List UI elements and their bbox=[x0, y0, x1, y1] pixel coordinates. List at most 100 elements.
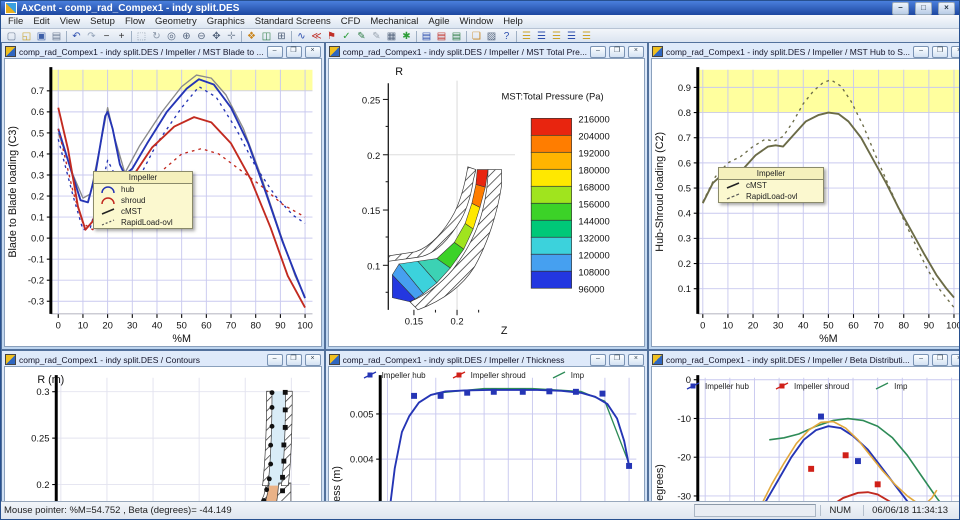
open-folder-icon[interactable]: ◱ bbox=[19, 30, 34, 43]
child-restore-button[interactable]: ❐ bbox=[932, 354, 948, 366]
maximize-button[interactable]: □ bbox=[915, 2, 932, 15]
child-close-button[interactable]: × bbox=[628, 354, 644, 366]
zoom-out-icon[interactable]: − bbox=[99, 30, 114, 43]
screen-list-2-icon[interactable]: ☰ bbox=[534, 30, 549, 43]
child-restore-button[interactable]: ❐ bbox=[932, 46, 948, 58]
menu-cfd[interactable]: CFD bbox=[336, 15, 366, 28]
menu-agile[interactable]: Agile bbox=[423, 15, 454, 28]
legend-box[interactable]: Impeller hub shroud cMST RapidLoad-ovl bbox=[93, 171, 193, 229]
table-icon[interactable]: ▦ bbox=[384, 30, 399, 43]
menu-edit[interactable]: Edit bbox=[28, 15, 54, 28]
svg-text:40: 40 bbox=[152, 320, 162, 331]
check-icon[interactable]: ✓ bbox=[339, 30, 354, 43]
help-icon[interactable]: ? bbox=[499, 30, 514, 43]
child-restore-button[interactable]: ❐ bbox=[286, 46, 302, 58]
report-green-icon[interactable]: ▤ bbox=[449, 30, 464, 43]
screen-list-4-icon[interactable]: ☰ bbox=[564, 30, 579, 43]
child-window-hub-shroud-loading: comp_rad_Compex1 - indy split.DES / Impe… bbox=[648, 42, 960, 350]
print-icon[interactable]: ▤ bbox=[49, 30, 64, 43]
child-minimize-button[interactable]: – bbox=[590, 46, 606, 58]
menu-view[interactable]: View bbox=[55, 15, 85, 28]
meridional-contour-plot[interactable]: 0.00.050.10.150.20.250.30.250.20.150.1 bbox=[5, 367, 321, 520]
svg-text:0.6: 0.6 bbox=[678, 157, 691, 168]
child-minimize-button[interactable]: – bbox=[267, 46, 283, 58]
select-region-icon[interactable]: ⬚ bbox=[134, 30, 149, 43]
menu-bar: FileEditViewSetupFlowGeometryGraphicsSta… bbox=[1, 15, 959, 29]
pan-icon[interactable]: ✛ bbox=[224, 30, 239, 43]
svg-text:-0.3: -0.3 bbox=[28, 296, 44, 307]
child-titlebar[interactable]: comp_rad_Compex1 - indy split.DES / Impe… bbox=[4, 45, 322, 58]
close-button[interactable]: × bbox=[938, 2, 955, 15]
child-titlebar[interactable]: comp_rad_Compex1 - indy split.DES / Cont… bbox=[4, 353, 322, 366]
surface-plot-icon[interactable]: ◫ bbox=[259, 30, 274, 43]
pen-green-icon[interactable]: ✎ bbox=[354, 30, 369, 43]
child-close-button[interactable]: × bbox=[951, 46, 960, 58]
child-titlebar[interactable]: comp_rad_Compex1 - indy split.DES / Impe… bbox=[651, 353, 960, 366]
save-icon[interactable]: ▣ bbox=[34, 30, 49, 43]
main-titlebar[interactable]: AxCent - comp_rad_Compex1 - indy split.D… bbox=[1, 1, 959, 15]
series-legend: Impeller hub Impeller shroud Imp bbox=[686, 381, 960, 391]
child-close-button[interactable]: × bbox=[305, 354, 321, 366]
notes-icon[interactable]: ❏ bbox=[469, 30, 484, 43]
solid-line-icon bbox=[725, 181, 741, 190]
flag-icon[interactable]: ⚑ bbox=[324, 30, 339, 43]
pressure-contour-plot[interactable]: 0.25 0.2 0.15 0.1 0.15 0.2 R Z MST:Total… bbox=[329, 59, 644, 346]
new-document-icon[interactable]: ▢ bbox=[4, 30, 19, 43]
zoom-in-icon[interactable]: + bbox=[114, 30, 129, 43]
dotted-line-icon bbox=[100, 218, 116, 227]
plot-icon bbox=[329, 46, 340, 57]
child-restore-button[interactable]: ❐ bbox=[286, 354, 302, 366]
screen-list-1-icon[interactable]: ☰ bbox=[519, 30, 534, 43]
child-minimize-button[interactable]: – bbox=[913, 354, 929, 366]
screen-list-5-icon[interactable]: ☰ bbox=[579, 30, 594, 43]
menu-file[interactable]: File bbox=[3, 15, 28, 28]
magnifier-minus-icon[interactable]: ⊖ bbox=[194, 30, 209, 43]
child-minimize-button[interactable]: – bbox=[913, 46, 929, 58]
angle-icon[interactable]: ≪ bbox=[309, 30, 324, 43]
undo-icon[interactable]: ↶ bbox=[69, 30, 84, 43]
legend-box[interactable]: Impeller cMST RapidLoad-ovl bbox=[718, 167, 824, 203]
menu-graphics[interactable]: Graphics bbox=[202, 15, 250, 28]
pen-gray-icon[interactable]: ✎ bbox=[369, 30, 384, 43]
report-red-icon[interactable]: ▤ bbox=[434, 30, 449, 43]
screen-list-3-icon[interactable]: ☰ bbox=[549, 30, 564, 43]
menu-flow[interactable]: Flow bbox=[120, 15, 150, 28]
magnifier-plus-icon[interactable]: ⊕ bbox=[179, 30, 194, 43]
child-titlebar[interactable]: comp_rad_Compex1 - indy split.DES / Impe… bbox=[328, 45, 645, 58]
menu-standard-screens[interactable]: Standard Screens bbox=[250, 15, 336, 28]
menu-geometry[interactable]: Geometry bbox=[150, 15, 202, 28]
refresh-view-icon[interactable]: ↻ bbox=[149, 30, 164, 43]
fit-view-icon[interactable]: ✥ bbox=[209, 30, 224, 43]
minimize-button[interactable]: – bbox=[892, 2, 909, 15]
svg-text:20: 20 bbox=[102, 320, 112, 331]
child-close-button[interactable]: × bbox=[305, 46, 321, 58]
svg-text:108000: 108000 bbox=[578, 266, 609, 277]
child-titlebar[interactable]: comp_rad_Compex1 - indy split.DES / Impe… bbox=[651, 45, 960, 58]
svg-text:0: 0 bbox=[56, 320, 61, 331]
child-titlebar[interactable]: comp_rad_Compex1 - indy split.DES / Impe… bbox=[328, 353, 645, 366]
star-icon[interactable]: ✱ bbox=[399, 30, 414, 43]
child-title: comp_rad_Compex1 - indy split.DES / Impe… bbox=[343, 47, 587, 57]
report-blue-icon[interactable]: ▤ bbox=[419, 30, 434, 43]
status-progress-well bbox=[694, 504, 816, 517]
child-minimize-button[interactable]: – bbox=[267, 354, 283, 366]
menu-mechanical[interactable]: Mechanical bbox=[365, 15, 423, 28]
child-restore-button[interactable]: ❐ bbox=[609, 354, 625, 366]
grid-icon[interactable]: ⊞ bbox=[274, 30, 289, 43]
curve-icon[interactable]: ∿ bbox=[294, 30, 309, 43]
menu-window[interactable]: Window bbox=[455, 15, 499, 28]
child-restore-button[interactable]: ❐ bbox=[609, 46, 625, 58]
svg-text:%M: %M bbox=[172, 333, 191, 345]
redo-icon[interactable]: ↷ bbox=[84, 30, 99, 43]
thickness-plot[interactable]: 01020304050607080901000.0050.0040.0030.0… bbox=[329, 367, 644, 520]
child-close-button[interactable]: × bbox=[628, 46, 644, 58]
svg-text:50: 50 bbox=[823, 320, 833, 331]
child-close-button[interactable]: × bbox=[951, 354, 960, 366]
copy-icon[interactable]: ▨ bbox=[484, 30, 499, 43]
menu-setup[interactable]: Setup bbox=[85, 15, 120, 28]
magnifier-icon[interactable]: ◎ bbox=[164, 30, 179, 43]
palette-icon[interactable]: ❖ bbox=[244, 30, 259, 43]
hub-marker-icon bbox=[363, 370, 378, 380]
child-minimize-button[interactable]: – bbox=[590, 354, 606, 366]
menu-help[interactable]: Help bbox=[498, 15, 528, 28]
